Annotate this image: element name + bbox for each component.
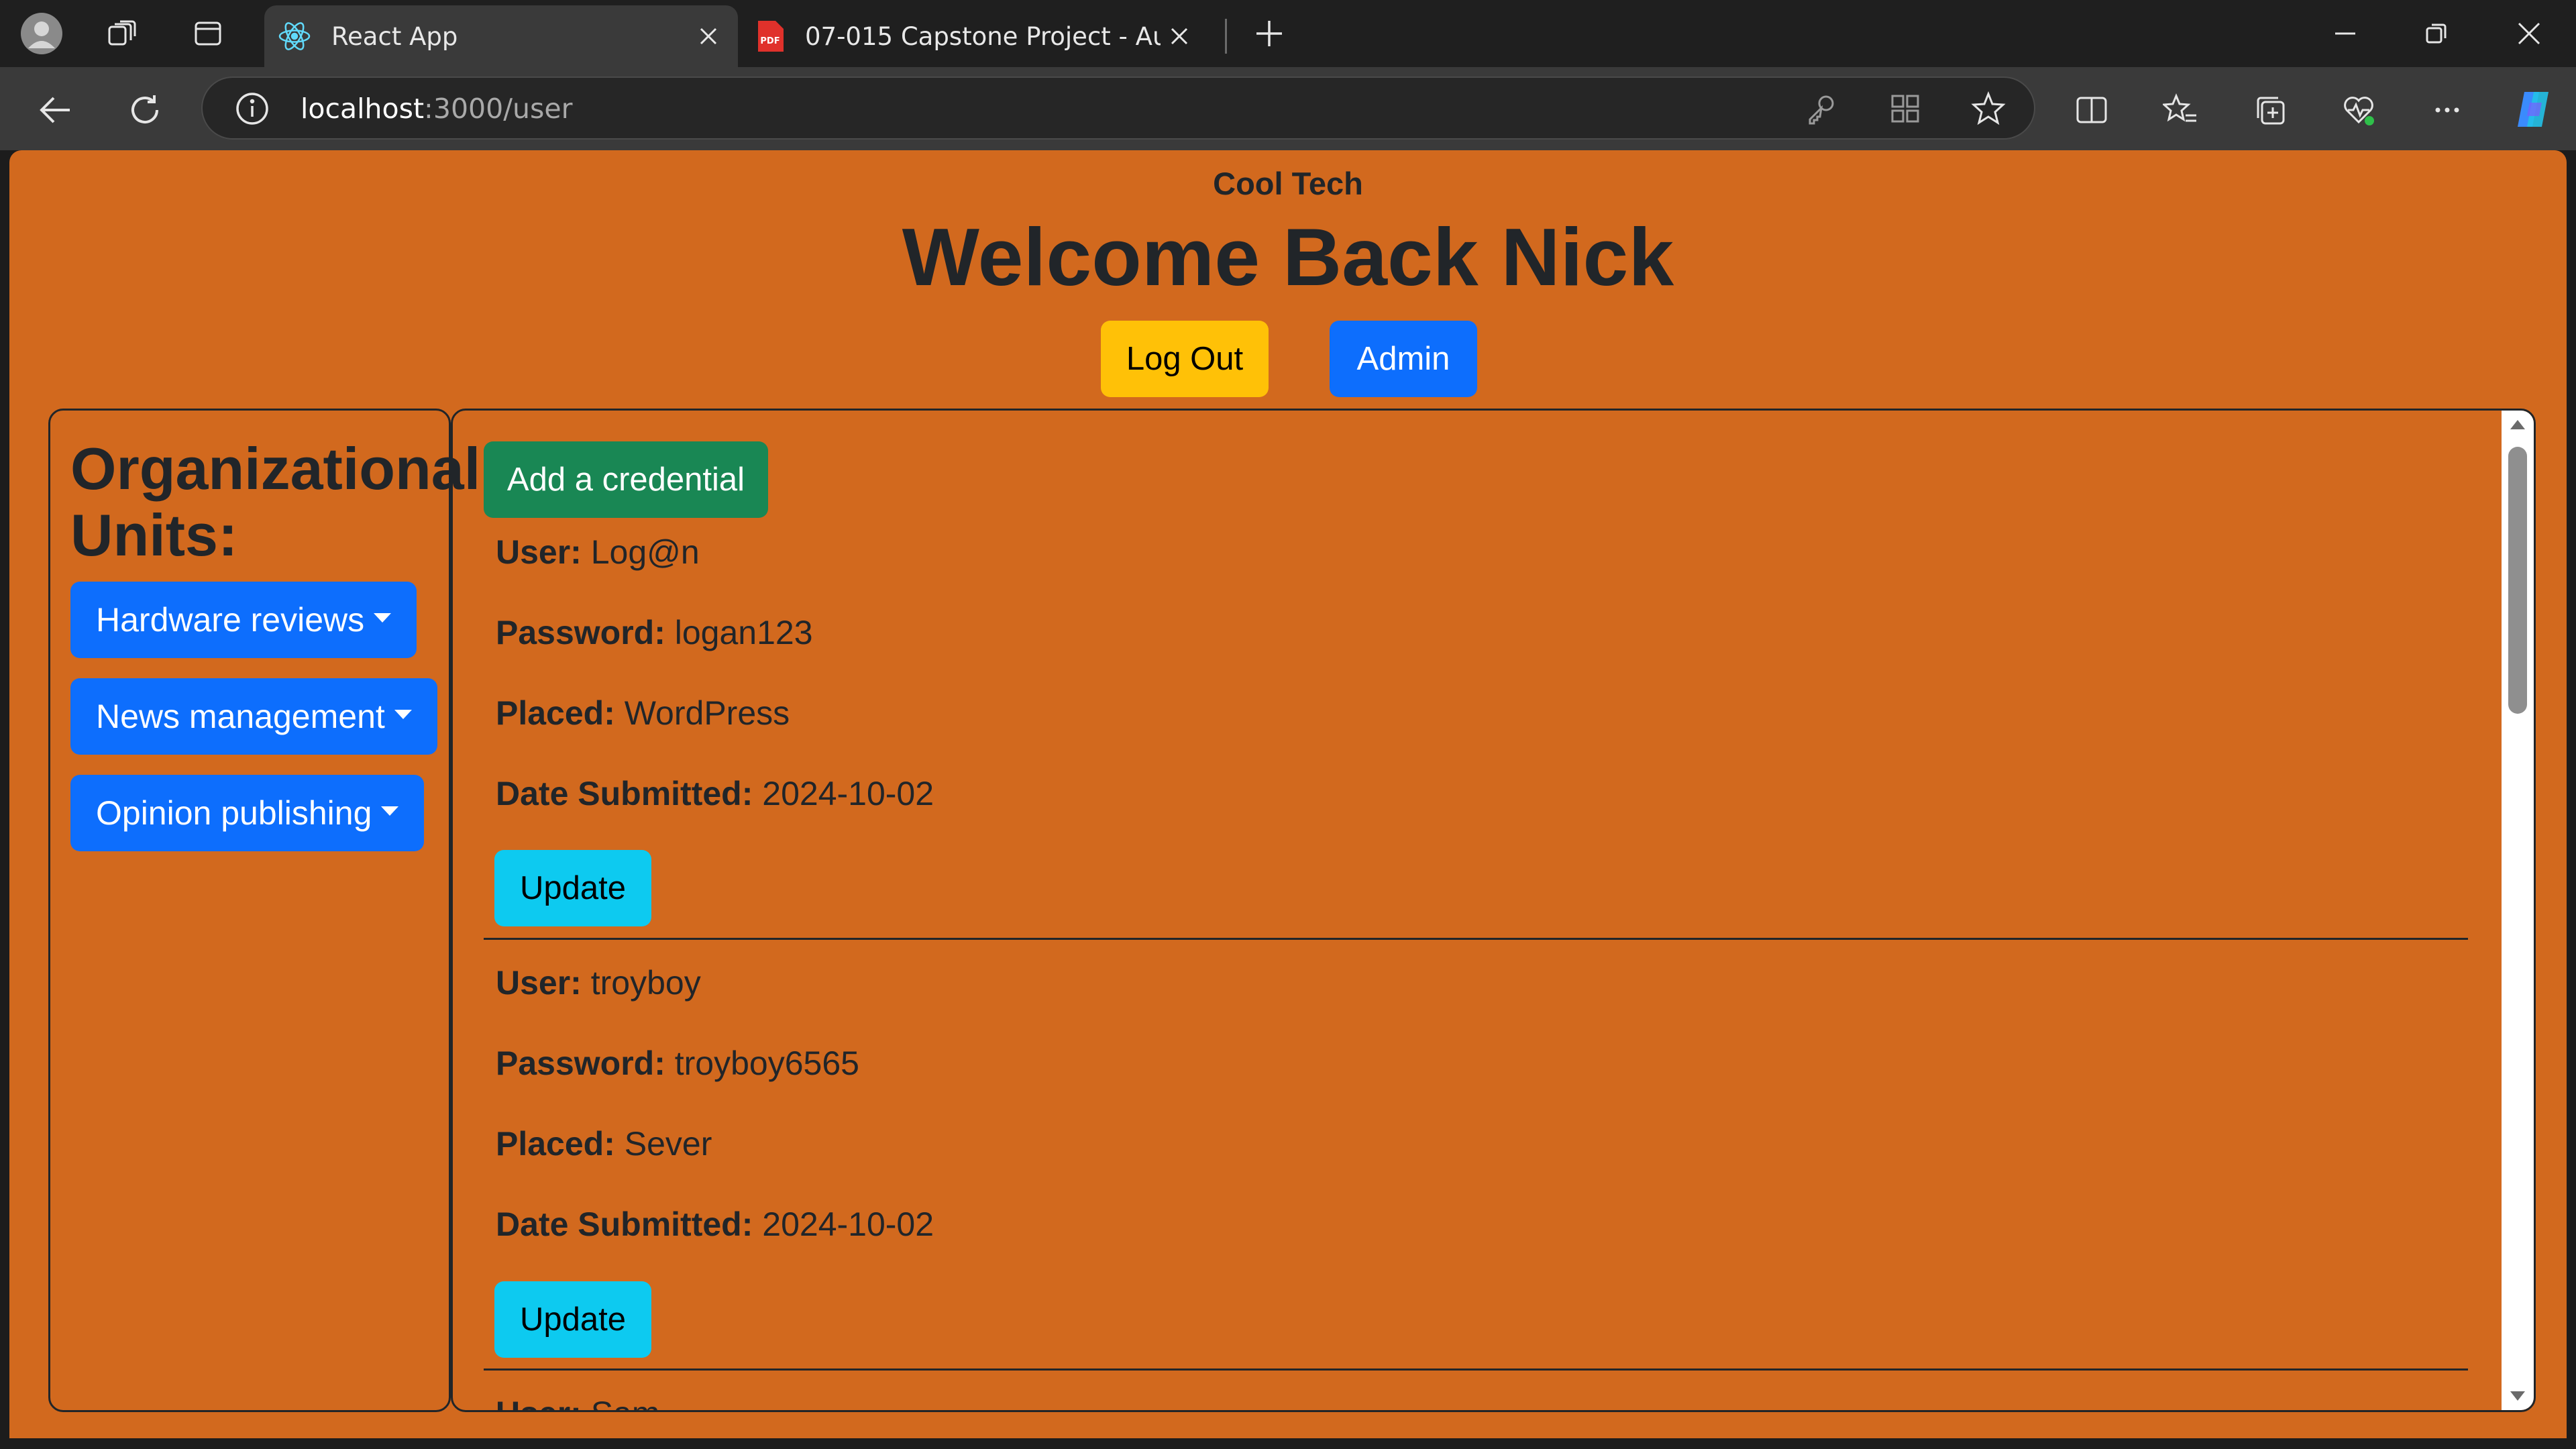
organizational-units-title: Organizational Units: [70,435,481,568]
add-credential-button[interactable]: Add a credential [484,441,768,518]
more-options-icon[interactable] [2428,91,2466,129]
new-tab-icon[interactable] [1252,16,1287,51]
tab-react-app[interactable]: React App [264,5,738,67]
web-page: Cool Tech Welcome Back Nick Log Out Admi… [9,150,2567,1438]
divider [484,1368,2468,1371]
scroll-up-arrow-icon[interactable] [2510,420,2525,429]
dropdown-news-management[interactable]: News management [70,678,437,755]
tab-title: React App [331,21,458,51]
close-window-icon[interactable] [2512,16,2546,51]
minimize-icon[interactable] [2328,16,2363,51]
credentials-panel: Add a credential User: Log@n Password: l… [451,409,2536,1412]
react-logo-icon [278,19,311,53]
split-screen-icon[interactable] [2073,91,2110,129]
browser-tab-bar: React App PDF 07-015 Capstone Project - … [0,0,2576,67]
caret-down-icon [374,613,392,623]
dropdown-label: Hardware reviews [96,601,365,639]
scrollbar[interactable] [2502,411,2534,1410]
dropdown-opinion-publishing[interactable]: Opinion publishing [70,775,425,851]
update-button[interactable]: Update [494,850,651,926]
refresh-icon[interactable] [126,91,164,129]
workspaces-icon[interactable] [104,16,139,51]
update-button[interactable]: Update [494,1281,651,1358]
welcome-heading: Welcome Back Nick [902,211,1674,303]
svg-text:PDF: PDF [760,36,780,46]
brand-title: Cool Tech [1213,166,1363,201]
credential-date: Date Submitted: 2024-10-02 [496,775,934,812]
credential-user: User: troyboy [496,964,701,1002]
key-icon[interactable] [1805,93,1837,125]
browser-essentials-icon[interactable] [2340,91,2377,129]
close-tab-icon[interactable] [694,21,723,51]
back-icon[interactable] [36,91,74,129]
admin-button[interactable]: Admin [1330,321,1477,397]
tab-divider [1225,19,1227,54]
collections-icon[interactable] [2251,91,2289,129]
address-bar[interactable]: localhost:3000/user [201,76,2035,140]
credential-user: User: Log@n [496,533,700,571]
dropdown-label: News management [96,698,385,735]
log-out-button[interactable]: Log Out [1101,321,1269,397]
site-info-icon[interactable] [235,91,270,126]
favorites-icon[interactable] [2161,91,2199,129]
favorite-star-icon[interactable] [1971,91,2006,126]
credential-user: User: Sam [496,1394,660,1410]
credential-date: Date Submitted: 2024-10-02 [496,1205,934,1243]
app-available-icon[interactable] [1889,93,1921,125]
browser-toolbar: localhost:3000/user [0,67,2576,150]
credential-password: Password: logan123 [496,614,813,651]
copilot-icon[interactable] [2509,87,2557,131]
tab-actions-icon[interactable] [191,16,225,51]
scroll-down-arrow-icon[interactable] [2510,1391,2525,1401]
close-tab-icon[interactable] [1165,21,1194,51]
organizational-units-panel: Organizational Units: Hardware reviews N… [48,409,480,1412]
caret-down-icon [381,806,399,816]
scrollbar-thumb[interactable] [2508,447,2527,714]
credential-password: Password: troyboy6565 [496,1044,859,1082]
credential-placed: Placed: WordPress [496,694,790,732]
dropdown-label: Opinion publishing [96,794,372,832]
divider [484,938,2468,940]
credential-placed: Placed: Sever [496,1125,712,1163]
tab-capstone-pdf[interactable]: PDF 07-015 Capstone Project - Auther [745,5,1214,67]
url-text[interactable]: localhost:3000/user [301,93,572,125]
dropdown-hardware-reviews[interactable]: Hardware reviews [70,582,417,658]
tab-title: 07-015 Capstone Project - Auther [805,21,1161,51]
caret-down-icon [394,710,412,719]
restore-icon[interactable] [2419,16,2454,51]
profile-avatar-icon[interactable] [20,12,63,55]
pdf-icon: PDF [755,19,785,53]
